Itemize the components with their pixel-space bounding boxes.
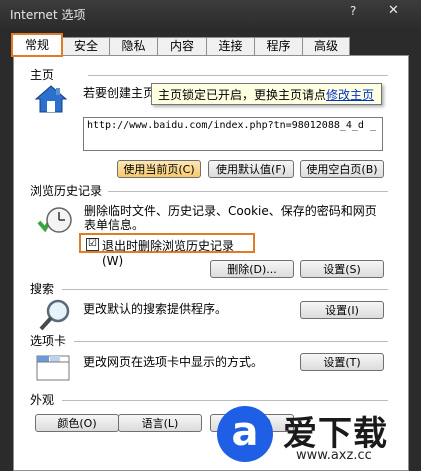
history-settings-button[interactable]: 设置(S) xyxy=(300,260,384,278)
homepage-url-field[interactable]: http://www.baidu.com/index.php?tn=980120… xyxy=(83,117,383,151)
tab-security[interactable]: 安全 xyxy=(62,37,110,55)
tab-connections[interactable]: 连接 xyxy=(206,37,255,55)
section-history-title: 浏览历史记录 xyxy=(30,182,107,199)
tab-programs[interactable]: 程序 xyxy=(254,37,303,55)
tooltip-text: 主页锁定已开启，更换主页请点 xyxy=(158,88,327,102)
tab-content[interactable]: 内容 xyxy=(157,37,207,55)
checkbox-checked-icon: ☑ xyxy=(86,238,99,251)
tab-advanced[interactable]: 高级 xyxy=(302,37,350,55)
use-current-button[interactable]: 使用当前页(C) xyxy=(117,160,201,178)
tabs-settings-button[interactable]: 设置(T) xyxy=(300,353,384,371)
use-blank-button[interactable]: 使用空白页(B) xyxy=(300,160,384,178)
window-title: Internet 选项 xyxy=(10,8,86,22)
divider xyxy=(88,75,388,76)
house-icon xyxy=(34,85,68,113)
watermark-logo: a xyxy=(217,406,273,462)
section-appearance-title: 外观 xyxy=(30,391,59,408)
close-button[interactable]: ✕ xyxy=(388,3,399,18)
delete-history-button[interactable]: 删除(D)... xyxy=(210,260,294,278)
history-clock-icon xyxy=(37,207,72,233)
search-settings-button[interactable]: 设置(I) xyxy=(300,301,384,319)
divider xyxy=(62,400,388,401)
help-button[interactable]: ? xyxy=(350,4,356,18)
tab-privacy[interactable]: 隐私 xyxy=(109,37,158,55)
watermark-url: www.axz.cc xyxy=(296,448,372,463)
colors-button[interactable]: 颜色(O) xyxy=(35,414,119,432)
site-watermark: a 爱下载 www.axz.cc xyxy=(213,404,421,469)
divider xyxy=(62,289,388,290)
tab-general[interactable]: 常规 xyxy=(11,33,63,57)
change-home-link[interactable]: 修改主页 xyxy=(326,88,374,102)
tabs-desc: 更改网页在选项卡中显示的方式。 xyxy=(83,355,264,369)
section-tabs-title: 选项卡 xyxy=(30,332,71,349)
languages-button[interactable]: 语言(L) xyxy=(118,414,202,432)
home-lock-tooltip: 主页锁定已开启，更换主页请点修改主页 xyxy=(151,83,382,105)
magnifier-icon xyxy=(39,299,70,331)
title-bar: Internet 选项 ? ✕ xyxy=(0,0,421,32)
divider xyxy=(74,341,388,342)
section-home-title: 主页 xyxy=(30,66,59,83)
history-desc: 删除临时文件、历史记录、Cookie、保存的密码和网页表单信息。 xyxy=(84,204,377,232)
use-default-button[interactable]: 使用默认值(F) xyxy=(208,160,294,178)
search-desc: 更改默认的搜索提供程序。 xyxy=(83,302,228,316)
delete-on-exit-checkbox[interactable]: ☑ 退出时删除浏览历史记录(W) xyxy=(79,233,255,268)
section-search-title: 搜索 xyxy=(30,280,59,297)
divider xyxy=(108,191,388,192)
tabs-window-icon xyxy=(36,355,70,381)
home-desc: 若要创建主页 xyxy=(83,86,156,100)
